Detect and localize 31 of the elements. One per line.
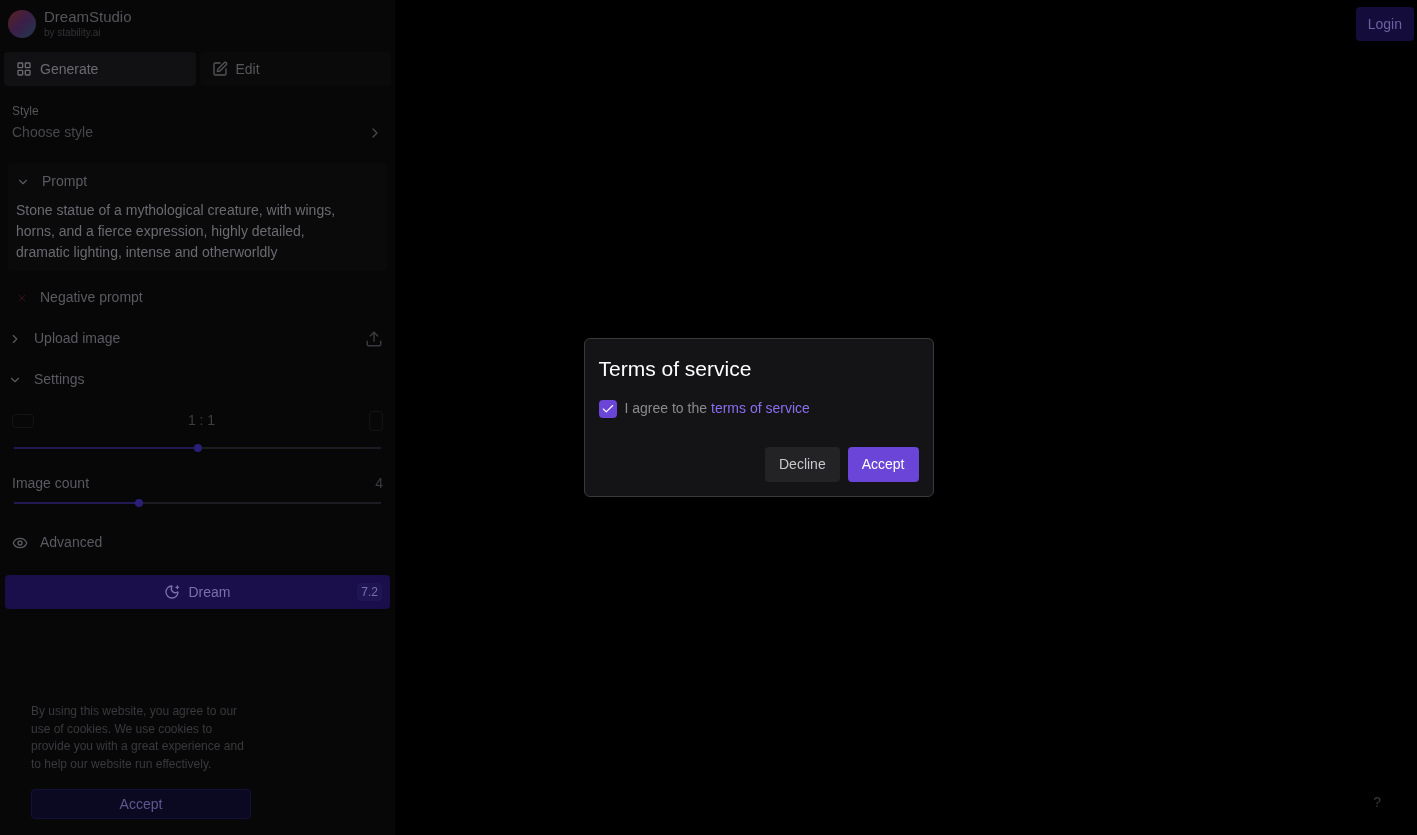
- logo-icon: [8, 10, 36, 38]
- image-count-reading: 4: [375, 474, 383, 493]
- cost-badge: 7.2: [357, 583, 382, 601]
- prompt-toggle[interactable]: Prompt: [16, 171, 88, 192]
- app-name: DreamStudio: [44, 8, 132, 28]
- section-toggle[interactable]: Upload image: [8, 328, 121, 349]
- login-button[interactable]: Login: [1355, 7, 1414, 41]
- section-toggle[interactable]: Settings: [8, 369, 85, 390]
- grid-icon: [16, 61, 32, 77]
- dialog-title: Terms of service: [598, 355, 753, 382]
- style-label: Style: [12, 103, 40, 120]
- cookie-accept-button[interactable]: Accept: [31, 789, 251, 819]
- upload-icon[interactable]: [365, 329, 383, 348]
- slider-thumb[interactable]: [193, 444, 202, 452]
- decline-button[interactable]: Decline: [765, 447, 840, 483]
- tab[interactable]: Generate: [4, 52, 196, 86]
- prompt-text[interactable]: Stone statue of a mythological creature, with wings, horns, and a fierce expression, highly detailed, dramatic lighting, intense and otherworldly: [16, 200, 379, 263]
- style-select[interactable]: Choose style: [12, 122, 383, 143]
- negative-prompt-toggle[interactable]: Negative prompt: [16, 287, 379, 308]
- accept-button[interactable]: Accept: [847, 447, 919, 483]
- agree-checkbox[interactable]: [598, 399, 617, 418]
- moon-icon: [164, 584, 181, 600]
- agree-label: I agree to the: [624, 399, 707, 419]
- slider-thumb[interactable]: [134, 499, 143, 507]
- dream-button[interactable]: Dream 7.2: [5, 575, 390, 609]
- edit-icon: [211, 61, 228, 77]
- terms-link[interactable]: terms of service: [711, 398, 810, 420]
- image-count-label: Image count: [12, 474, 90, 493]
- advanced-toggle[interactable]: Advanced: [12, 532, 103, 553]
- help-icon[interactable]: ?: [1373, 792, 1381, 813]
- aspect-ratio-reading: 1 : 1: [187, 411, 216, 430]
